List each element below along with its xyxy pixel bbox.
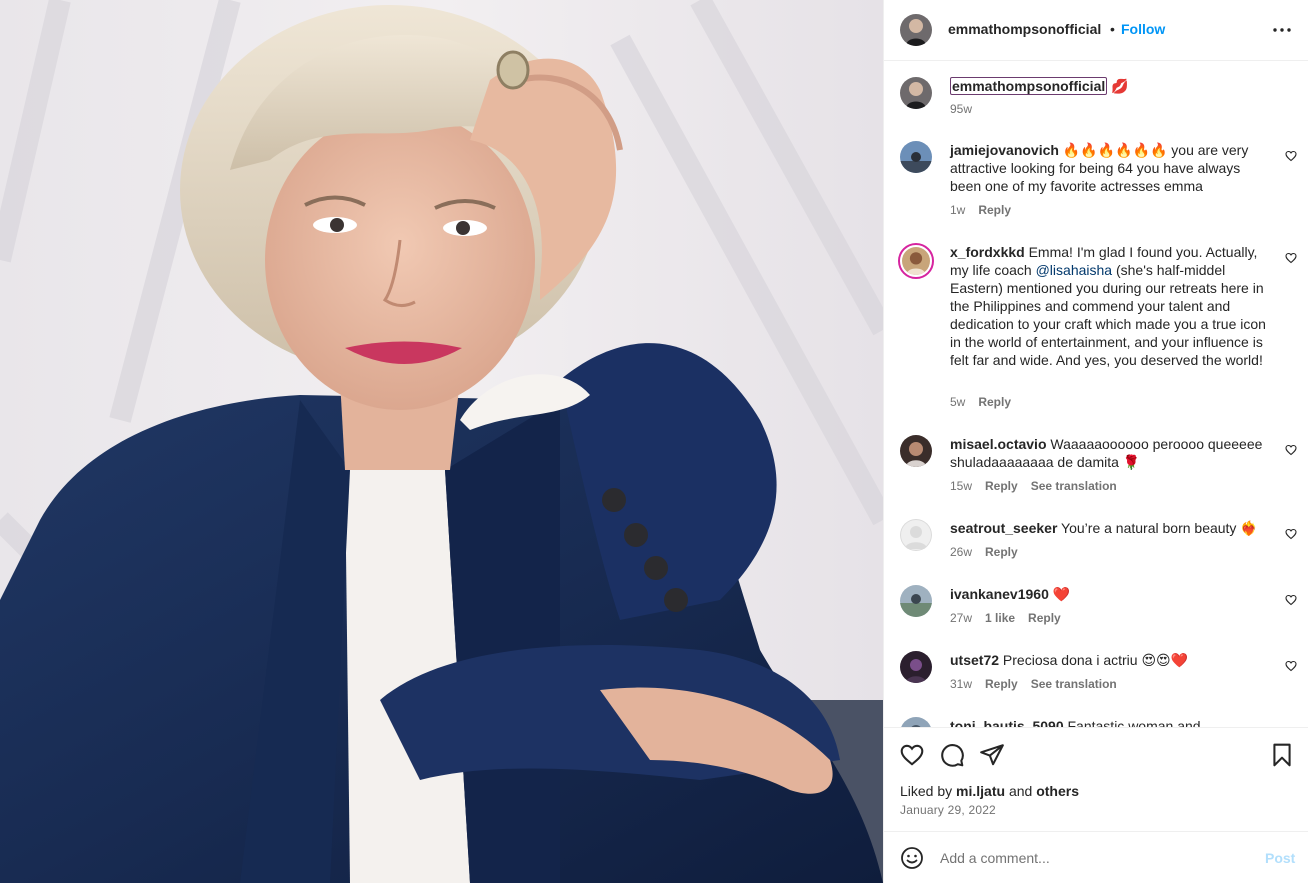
comment-time[interactable]: 26w — [950, 545, 972, 559]
caption-text: emmathompsonofficial 💋 — [950, 77, 1270, 95]
comment-content: ❤️ — [1052, 586, 1071, 602]
reply-button[interactable]: Reply — [978, 203, 1011, 217]
add-comment-input[interactable] — [940, 848, 1240, 868]
post-comment-button[interactable]: Post — [1265, 850, 1295, 866]
comment-text: x_fordxkkd Emma! I'm glad I found you. A… — [950, 243, 1275, 369]
comment-username[interactable]: toni_bautis_5090 — [950, 718, 1064, 727]
caption-time[interactable]: 95w — [950, 102, 972, 116]
reply-button[interactable]: Reply — [985, 677, 1018, 691]
comment-avatar[interactable] — [900, 585, 932, 617]
comment-time[interactable]: 31w — [950, 677, 972, 691]
liked-by-and: and — [1008, 783, 1033, 799]
comment-text: toni_bautis_5090 Fantastic woman and — [950, 717, 1270, 727]
comment-meta: 1w Reply — [950, 203, 1011, 217]
like-comment-heart-icon[interactable] — [1285, 660, 1297, 672]
comment-username[interactable]: jamiejovanovich — [950, 142, 1059, 158]
comment-text: utset72 Preciosa dona i actriu 😍😍❤️ — [950, 651, 1270, 669]
comment-content: Fantastic woman and — [1067, 718, 1201, 727]
comment-mention-link[interactable]: @lisahaisha — [1036, 262, 1112, 278]
comment-time[interactable]: 15w — [950, 479, 972, 493]
comment-meta: 5w Reply — [950, 395, 1011, 409]
comment-avatar[interactable] — [900, 717, 932, 727]
like-comment-heart-icon[interactable] — [1285, 444, 1297, 456]
comment-time[interactable]: 5w — [950, 395, 965, 409]
comment-likes-count[interactable]: 1 like — [985, 611, 1015, 625]
reply-button[interactable]: Reply — [978, 395, 1011, 409]
comment-avatar[interactable] — [900, 435, 932, 467]
comment-avatar-story[interactable] — [898, 243, 934, 279]
comment-avatar-default[interactable] — [900, 519, 932, 551]
post-side-panel: emmathompsonofficial • Follow emmathomps… — [883, 0, 1308, 883]
comment-text: misael.octavio Waaaaaoooooo peroooo quee… — [950, 435, 1270, 471]
author-avatar[interactable] — [900, 14, 932, 46]
post-photo[interactable] — [0, 0, 883, 883]
liked-by-summary[interactable]: Liked by mi.ljatu and others — [900, 783, 1079, 799]
post-actions: Liked by mi.ljatu and others January 29,… — [884, 727, 1308, 831]
liked-by-prefix: Liked by — [900, 783, 953, 799]
comment-meta: 27w 1 like Reply — [950, 611, 1061, 625]
liked-by-user[interactable]: mi.ljatu — [956, 783, 1005, 799]
comment-username[interactable]: seatrout_seeker — [950, 520, 1057, 536]
emoji-icon[interactable] — [900, 846, 924, 870]
comment-avatar[interactable] — [900, 651, 932, 683]
header-separator: • — [1110, 21, 1115, 37]
comment-username[interactable]: utset72 — [950, 652, 999, 668]
more-horizontal-icon[interactable] — [1270, 18, 1294, 42]
comment-text: jamiejovanovich 🔥🔥🔥🔥🔥🔥 you are very attr… — [950, 141, 1270, 195]
like-heart-icon[interactable] — [899, 742, 925, 768]
reply-button[interactable]: Reply — [985, 545, 1018, 559]
comment-time[interactable]: 27w — [950, 611, 972, 625]
post-date[interactable]: January 29, 2022 — [900, 803, 996, 817]
like-comment-heart-icon[interactable] — [1285, 594, 1297, 606]
reply-button[interactable]: Reply — [985, 479, 1018, 493]
comment-meta: 31w Reply See translation — [950, 677, 1117, 691]
comment-content: Preciosa dona i actriu 😍😍❤️ — [1002, 652, 1189, 668]
portrait-illustration — [0, 0, 883, 883]
caption-username[interactable]: emmathompsonofficial — [950, 77, 1108, 95]
comment-meta: 15w Reply See translation — [950, 479, 1117, 493]
see-translation-button[interactable]: See translation — [1031, 677, 1117, 691]
author-username[interactable]: emmathompsonofficial — [948, 21, 1101, 37]
comment-meta: 26w Reply — [950, 545, 1018, 559]
comment-text: seatrout_seeker You’re a natural born be… — [950, 519, 1280, 537]
comment-avatar[interactable] — [900, 141, 932, 173]
post-dialog: emmathompsonofficial • Follow emmathomps… — [0, 0, 1308, 883]
comment-content: You’re a natural born beauty ❤️‍🔥 — [1061, 520, 1258, 536]
caption-avatar[interactable] — [900, 77, 932, 109]
post-header: emmathompsonofficial • Follow — [884, 0, 1308, 61]
comment-bubble-icon[interactable] — [939, 742, 965, 768]
comments-list[interactable]: emmathompsonofficial 💋 95w jamiejovanovi… — [884, 61, 1308, 727]
share-paper-plane-icon[interactable] — [979, 742, 1005, 768]
like-comment-heart-icon[interactable] — [1285, 150, 1297, 162]
comment-username[interactable]: x_fordxkkd — [950, 244, 1025, 260]
like-comment-heart-icon[interactable] — [1285, 252, 1297, 264]
comment-composer: Post — [884, 831, 1308, 883]
liked-by-others[interactable]: others — [1036, 783, 1079, 799]
follow-button[interactable]: Follow — [1121, 21, 1165, 37]
save-bookmark-icon[interactable] — [1269, 742, 1295, 768]
like-comment-heart-icon[interactable] — [1285, 528, 1297, 540]
comment-username[interactable]: ivankanev1960 — [950, 586, 1049, 602]
comment-time[interactable]: 1w — [950, 203, 965, 217]
see-translation-button[interactable]: See translation — [1031, 479, 1117, 493]
caption-meta: 95w — [950, 102, 972, 116]
comment-username[interactable]: misael.octavio — [950, 436, 1047, 452]
reply-button[interactable]: Reply — [1028, 611, 1061, 625]
comment-text: ivankanev1960 ❤️ — [950, 585, 1270, 603]
caption-emoji: 💋 — [1111, 78, 1129, 94]
